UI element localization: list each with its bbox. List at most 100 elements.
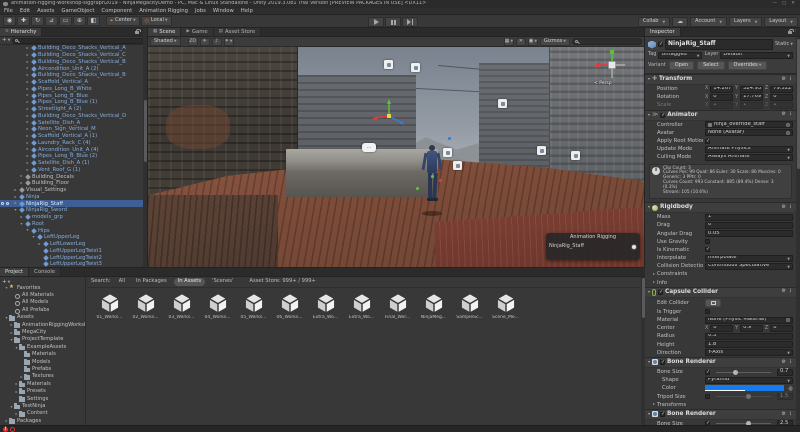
folder-row[interactable]: ▾ Assets [0, 315, 85, 322]
rig-effector-icon[interactable] [443, 148, 452, 157]
rotation-x-field[interactable]: 0 [710, 94, 733, 101]
component-menu-icon[interactable]: ⋮ [788, 77, 793, 83]
hierarchy-item[interactable]: ▸ Streetlight_A (2) [0, 106, 147, 113]
scene-view-tab[interactable]: ▤ Asset Store [214, 28, 261, 36]
direction-dropdown[interactable]: Y-Axis [705, 349, 793, 356]
foldout-arrow[interactable]: ▸ [25, 168, 30, 173]
hierarchy-item[interactable]: ▸ Laundry_Rack_C (4) [0, 140, 147, 147]
project-tab[interactable]: Console [29, 268, 61, 276]
hierarchy-item[interactable]: ▾ Hips [0, 227, 147, 234]
is-kinematic-checkbox[interactable] [705, 247, 710, 252]
pause-button[interactable] [385, 17, 401, 27]
tripod-size-checkbox[interactable] [705, 394, 710, 399]
slider-knob[interactable] [733, 370, 738, 375]
visibility-toggle-icons[interactable] [1, 202, 9, 205]
component-menu-icon[interactable]: ⋮ [788, 289, 793, 295]
hierarchy-item[interactable]: ▸ LeftLowerLeg [0, 241, 147, 248]
bone-size-checkbox[interactable] [705, 370, 710, 375]
foldout-arrow[interactable]: ▸ [25, 147, 30, 152]
menu-item[interactable]: GameObject [61, 8, 94, 14]
menu-item[interactable]: Edit [20, 8, 30, 14]
lock-icon[interactable] [135, 31, 139, 34]
hierarchy-item[interactable]: ▸ Pipes_Long_B_Blue (1) [0, 99, 147, 106]
hierarchy-item[interactable]: ▸ Aircondition_Unit_A (4) [0, 146, 147, 153]
hierarchy-item[interactable]: ▸ Scaffold_Vertical_A [0, 79, 147, 86]
bone-size-slider[interactable] [716, 372, 771, 373]
hierarchy-item[interactable]: ▸ Ninja [0, 194, 147, 201]
hierarchy-item[interactable]: ▸ Scaffold_Vertical_A (1) [0, 133, 147, 140]
menu-item[interactable]: Window [213, 8, 234, 14]
component-enabled-checkbox[interactable] [658, 290, 663, 295]
asset-item[interactable]: 01_Works... [93, 292, 126, 320]
use-gravity-checkbox[interactable] [705, 239, 710, 244]
foldout-arrow[interactable]: ▸ [19, 215, 24, 220]
foldout-arrow[interactable]: ▸ [653, 272, 655, 277]
hierarchy-item[interactable]: ▸ Building_Deco_Shacks_Vertical_D [0, 113, 147, 120]
rigidbody-header[interactable]: ▾ Rigidbody ⚙ ⋮ [645, 202, 796, 213]
foldout-arrow[interactable]: ▸ [25, 114, 30, 119]
prefab-select-button[interactable]: Select [697, 61, 724, 71]
grid-visibility-dropdown[interactable]: ▦ [504, 38, 514, 46]
material-object-field[interactable]: None (Physic Material) [705, 317, 793, 324]
asset-item[interactable]: Final_Wor... [381, 292, 414, 320]
hierarchy-item[interactable]: ▸ Visual_Settings [0, 187, 147, 194]
step-button[interactable] [402, 17, 418, 27]
transform-header[interactable]: ▾ ✚ Transform ⚙ ⋮ [645, 74, 796, 85]
tool-button[interactable]: ▭ [59, 16, 72, 26]
hierarchy-item[interactable]: ▸ Neon_Sign_Vertical_M [0, 126, 147, 133]
radius-field[interactable]: 0.3 [705, 333, 793, 340]
presets-icon[interactable]: ⚙ [782, 77, 786, 83]
hierarchy-item[interactable]: ▸ Pipes_Long_B_Blue [0, 92, 147, 99]
tool-button[interactable]: ↻ [31, 16, 44, 26]
controller-object-field[interactable]: ninja_override_staff [705, 121, 793, 128]
foldout-arrow[interactable]: ▾ [31, 235, 36, 240]
foldout-arrow[interactable]: ▾ [648, 412, 650, 417]
hierarchy-item[interactable]: ▾ NinjaRig_Sword [0, 207, 147, 214]
tripod-size-slider[interactable] [716, 396, 771, 397]
asset-item[interactable]: NinjaMeg... [417, 292, 450, 320]
foldout-arrow[interactable]: ▸ [19, 174, 24, 179]
eye-icon[interactable] [1, 202, 4, 205]
rig-effector-icon[interactable] [537, 146, 546, 155]
foldout-arrow[interactable]: ▸ [653, 402, 655, 407]
hierarchy-item[interactable]: ▸ Pipes_Long_B_Blue (2) [0, 153, 147, 160]
gameobject-name-field[interactable]: NinjaRig_Staff [665, 39, 773, 50]
foldout-arrow[interactable]: ▾ [648, 77, 650, 82]
account-dropdown[interactable]: Account [690, 17, 727, 27]
center-x-field[interactable]: 0 [710, 325, 733, 332]
hierarchy-scrollbar[interactable] [143, 28, 147, 267]
scale-x-field[interactable]: 1 [710, 102, 733, 109]
rig-effector-icon[interactable] [411, 63, 420, 72]
maximize-button[interactable]: ▢ [782, 1, 786, 6]
prefab-overrides-dropdown[interactable]: Overrides [728, 61, 768, 71]
foldout-arrow[interactable]: ▸ [25, 161, 30, 166]
foldout-arrow[interactable]: ▾ [19, 222, 24, 227]
layers-dropdown[interactable]: Layers [729, 17, 762, 27]
rig-target-dot[interactable] [448, 137, 451, 140]
panel-menu-icon[interactable]: ⋮ [793, 28, 798, 34]
layer-dropdown[interactable]: Default [720, 52, 793, 59]
foldout-arrow[interactable]: ▸ [25, 107, 30, 112]
hierarchy-item[interactable]: ▸ Building_Deco_Shacks_Vertical_B [0, 72, 147, 79]
angular-drag-field[interactable]: 0.05 [705, 230, 793, 237]
component-menu-icon[interactable]: ⋮ [788, 205, 793, 211]
orientation-gizmo[interactable] [594, 49, 630, 83]
tool-button[interactable]: ⊿ [45, 16, 58, 26]
component-enabled-checkbox[interactable] [660, 412, 665, 417]
update-mode-dropdown[interactable]: Animate Physics [705, 146, 793, 153]
foldout-arrow[interactable]: ▾ [25, 228, 30, 233]
position-y-field[interactable]: 324.931 [740, 86, 763, 93]
avatar-object-field[interactable]: None (Avatar) [705, 129, 793, 136]
foldout-arrow[interactable]: ▸ [25, 134, 30, 139]
position-x-field[interactable]: 14.267 [710, 86, 733, 93]
component-menu-icon[interactable]: ⋮ [788, 112, 793, 118]
hierarchy-item[interactable]: LeftUpperLegTwist2 [0, 254, 147, 261]
lock-icon[interactable] [788, 31, 792, 34]
hierarchy-item[interactable]: ▾ LeftUpperLeg [0, 234, 147, 241]
scrollbar-handle[interactable] [797, 39, 800, 169]
static-dropdown[interactable]: Static [775, 42, 793, 48]
hierarchy-item[interactable]: ▸ Pipes_Long_B_White [0, 86, 147, 93]
asset-item[interactable]: SampleSc... [453, 292, 486, 320]
hierarchy-item[interactable]: ▸ Building_Deco_Shacks_Vertical_B [0, 59, 147, 66]
scrollbar-handle[interactable] [144, 100, 147, 162]
